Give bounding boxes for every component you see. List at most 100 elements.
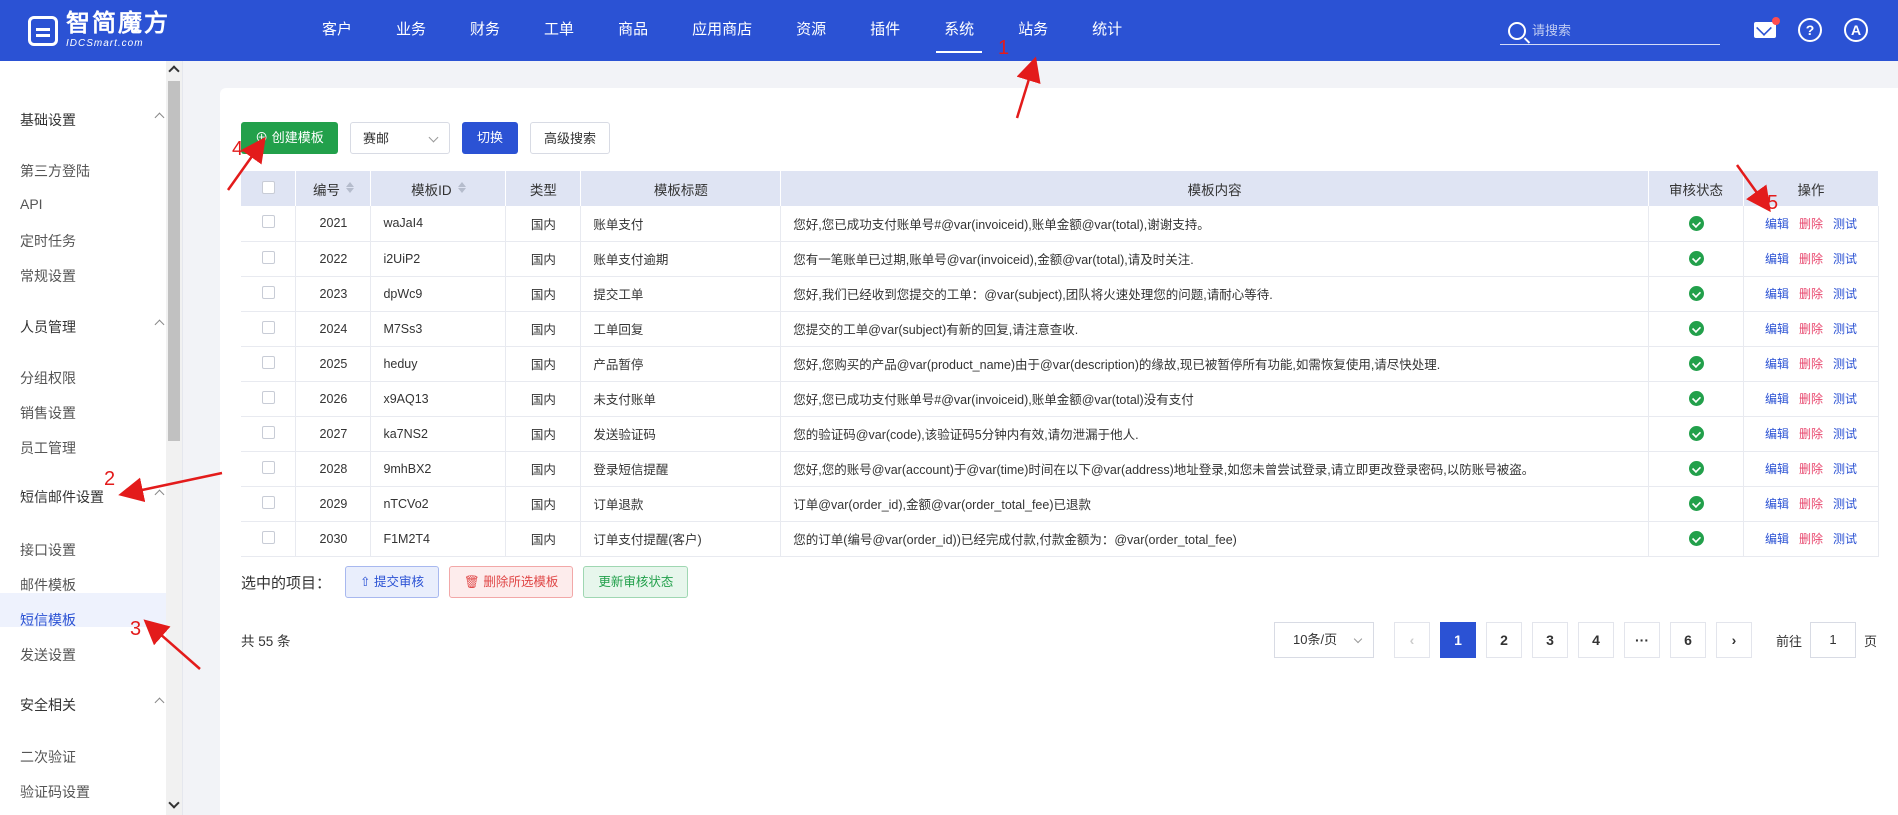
delete-link[interactable]: 删除: [1799, 427, 1823, 441]
test-link[interactable]: 测试: [1833, 427, 1857, 441]
sidebar-item[interactable]: 发送设置: [20, 645, 76, 665]
row-checkbox[interactable]: [261, 460, 275, 474]
logo[interactable]: 智简魔方 IDCSmart.com: [28, 12, 170, 49]
table-row[interactable]: 2030 F1M2T4 国内 订单支付提醒(客户) 您的订单(编号@var(order_…: [241, 521, 1880, 557]
search-input[interactable]: [1532, 23, 1712, 38]
sidebar-scrollbar[interactable]: [166, 61, 182, 815]
edit-link[interactable]: 编辑: [1765, 252, 1789, 266]
sort-icon[interactable]: [345, 182, 354, 194]
test-link[interactable]: 测试: [1833, 217, 1857, 231]
row-checkbox[interactable]: [261, 530, 275, 544]
nav-item-5[interactable]: 应用商店: [670, 0, 774, 61]
sidebar-item[interactable]: 分组权限: [20, 368, 76, 388]
nav-item-10[interactable]: 统计: [1070, 0, 1144, 61]
switch-button[interactable]: 切换: [462, 122, 518, 154]
sidebar-group-3[interactable]: 安全相关: [20, 695, 165, 715]
edit-link[interactable]: 编辑: [1765, 427, 1789, 441]
sidebar-item[interactable]: 接口设置: [20, 540, 76, 560]
create-template-button[interactable]: ⊕ 创建模板: [241, 122, 338, 154]
sort-icon[interactable]: [457, 182, 466, 194]
page-button[interactable]: 3: [1532, 622, 1568, 658]
sidebar-item[interactable]: 销售设置: [20, 403, 76, 423]
row-checkbox[interactable]: [261, 285, 275, 299]
page-button[interactable]: 6: [1670, 622, 1706, 658]
delete-link[interactable]: 删除: [1799, 252, 1823, 266]
delete-link[interactable]: 删除: [1799, 217, 1823, 231]
delete-link[interactable]: 删除: [1799, 462, 1823, 476]
nav-item-3[interactable]: 工单: [522, 0, 596, 61]
select-all-checkbox[interactable]: [261, 180, 275, 194]
row-checkbox[interactable]: [261, 320, 275, 334]
page-button[interactable]: 2: [1486, 622, 1522, 658]
submit-review-button[interactable]: ⇧ 提交审核: [345, 566, 439, 598]
edit-link[interactable]: 编辑: [1765, 462, 1789, 476]
edit-link[interactable]: 编辑: [1765, 497, 1789, 511]
sidebar-item[interactable]: 邮件模板: [20, 575, 76, 595]
search-icon[interactable]: [1508, 21, 1526, 40]
sidebar-item[interactable]: 常规设置: [20, 266, 76, 286]
test-link[interactable]: 测试: [1833, 462, 1857, 476]
sidebar-item[interactable]: 验证码设置: [20, 782, 90, 802]
chevron-up-icon[interactable]: [154, 319, 165, 330]
table-row[interactable]: 2029 nTCVo2 国内 订单退款 订单@var(order_id),金额@var(…: [241, 486, 1880, 522]
sidebar-item[interactable]: 定时任务: [20, 231, 76, 251]
test-link[interactable]: 测试: [1833, 287, 1857, 301]
table-row[interactable]: 2023 dpWc9 国内 提交工单 您好,我们已经收到您提交的工单：@var(subj…: [241, 276, 1880, 312]
table-row[interactable]: 2024 M7Ss3 国内 工单回复 您提交的工单@var(subject)有新的回复,…: [241, 311, 1880, 347]
sidebar-item[interactable]: API: [20, 196, 43, 212]
goto-page-input[interactable]: 1: [1810, 622, 1857, 658]
row-checkbox[interactable]: [261, 355, 275, 369]
sidebar-item[interactable]: 二次验证: [20, 747, 76, 767]
chevron-up-icon[interactable]: [154, 697, 165, 708]
row-checkbox[interactable]: [261, 390, 275, 404]
edit-link[interactable]: 编辑: [1765, 357, 1789, 371]
table-row[interactable]: 2027 ka7NS2 国内 发送验证码 您的验证码@var(code),该验证码5分钟…: [241, 416, 1880, 452]
nav-item-2[interactable]: 财务: [448, 0, 522, 61]
test-link[interactable]: 测试: [1833, 497, 1857, 511]
mail-icon[interactable]: [1754, 17, 1780, 38]
nav-item-1[interactable]: 业务: [374, 0, 448, 61]
provider-select[interactable]: 赛邮: [350, 122, 450, 154]
nav-item-0[interactable]: 客户: [300, 0, 374, 61]
test-link[interactable]: 测试: [1833, 392, 1857, 406]
edit-link[interactable]: 编辑: [1765, 322, 1789, 336]
table-row[interactable]: 2028 9mhBX2 国内 登录短信提醒 您好,您的账号@var(account)于@…: [241, 451, 1880, 487]
chevron-up-icon[interactable]: [154, 489, 165, 500]
help-icon[interactable]: ?: [1798, 18, 1822, 42]
table-row[interactable]: 2021 waJaI4 国内 账单支付 您好,您已成功支付账单号#@var(invoic…: [241, 206, 1880, 242]
delete-link[interactable]: 删除: [1799, 322, 1823, 336]
col-id[interactable]: 编号: [295, 171, 372, 206]
page-button[interactable]: 1: [1440, 622, 1476, 658]
row-checkbox[interactable]: [261, 425, 275, 439]
advanced-search-button[interactable]: 高级搜索: [530, 122, 610, 154]
sidebar-group-2[interactable]: 短信邮件设置: [20, 487, 165, 507]
edit-link[interactable]: 编辑: [1765, 392, 1789, 406]
col-template-id[interactable]: 模板ID: [370, 171, 507, 206]
nav-item-8[interactable]: 系统: [922, 0, 996, 61]
delete-link[interactable]: 删除: [1799, 392, 1823, 406]
sidebar-item[interactable]: 第三方登陆: [20, 161, 90, 181]
page-button[interactable]: 4: [1578, 622, 1614, 658]
scroll-up-icon[interactable]: [168, 65, 180, 77]
page-button[interactable]: ···: [1624, 622, 1660, 658]
test-link[interactable]: 测试: [1833, 532, 1857, 546]
table-row[interactable]: 2025 heduy 国内 产品暂停 您好,您购买的产品@var(product_nam…: [241, 346, 1880, 382]
prev-page-button[interactable]: ‹: [1394, 622, 1430, 658]
delete-link[interactable]: 删除: [1799, 357, 1823, 371]
next-page-button[interactable]: ›: [1716, 622, 1752, 658]
sidebar-item[interactable]: 短信模板: [20, 610, 76, 630]
update-status-button[interactable]: 更新审核状态: [583, 566, 689, 598]
test-link[interactable]: 测试: [1833, 252, 1857, 266]
scrollbar-thumb[interactable]: [168, 81, 180, 441]
scroll-down-icon[interactable]: [168, 797, 180, 809]
nav-item-4[interactable]: 商品: [596, 0, 670, 61]
delete-selected-button[interactable]: 🗑 删除所选模板: [448, 566, 574, 598]
row-checkbox[interactable]: [261, 495, 275, 509]
test-link[interactable]: 测试: [1833, 357, 1857, 371]
nav-item-7[interactable]: 插件: [848, 0, 922, 61]
edit-link[interactable]: 编辑: [1765, 532, 1789, 546]
row-checkbox[interactable]: [261, 250, 275, 264]
delete-link[interactable]: 删除: [1799, 497, 1823, 511]
sidebar-group-0[interactable]: 基础设置: [20, 110, 165, 130]
sidebar-item[interactable]: 员工管理: [20, 438, 76, 458]
